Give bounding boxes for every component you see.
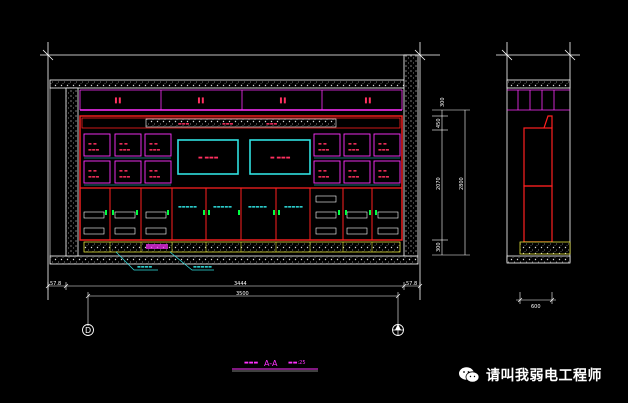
dim-height-top: 300 (440, 97, 446, 107)
svg-text:▬ ▬: ▬ ▬ (318, 168, 327, 173)
svg-text:▬ ▬: ▬ ▬ (119, 141, 128, 146)
dim-width-inner: 3444 (234, 281, 247, 287)
dim-width-overall: 3500 (236, 291, 249, 297)
dim-height-bottom: 300 (436, 242, 442, 252)
dim-right-wall: 57.8 (406, 281, 417, 287)
section-title-text: A-A (264, 359, 278, 368)
axis-bubble-right (392, 324, 404, 336)
dim-height-middle: 2070 (436, 177, 442, 190)
svg-text:▬▬▬: ▬▬▬ (318, 174, 330, 179)
bottom-dimensions (45, 282, 423, 326)
svg-text:▬▬▬: ▬▬▬ (178, 121, 190, 126)
side-section: 600 (496, 42, 580, 310)
cad-drawing-canvas: ▌▌ ▌▌ ▌▌ ▌▌ ▬▬▬ ▬▬▬ ▬▬▬ ▬ ▬▬▬▬ ▬ ▬▬▬▬ ▬ … (40, 42, 580, 372)
svg-text:▬▬▬: ▬▬▬ (222, 121, 234, 126)
axis-bubble-left: D (82, 324, 94, 336)
side-cabinet (523, 115, 553, 243)
svg-text:▌▌: ▌▌ (364, 97, 373, 104)
svg-text:▬ ▬: ▬ ▬ (348, 168, 357, 173)
left-wall (65, 87, 79, 257)
right-wall (403, 54, 419, 257)
svg-text:▬ ▬: ▬ ▬ (88, 141, 97, 146)
svg-text:▌▌: ▌▌ (279, 97, 288, 104)
dim-height-total: 2800 (459, 177, 465, 190)
svg-text:▬▬▬: ▬▬▬ (378, 174, 390, 179)
floor-slab (49, 255, 419, 265)
svg-text:D: D (85, 326, 91, 335)
svg-text:▬ ▬: ▬ ▬ (119, 168, 128, 173)
wechat-icon (459, 367, 480, 383)
svg-text:▬▬▬: ▬▬▬ (88, 174, 100, 179)
monitor-left: ▬ ▬▬▬ (177, 139, 239, 175)
svg-text:▬ ▬: ▬ ▬ (88, 168, 97, 173)
main-elevation: ▌▌ ▌▌ ▌▌ ▌▌ ▬▬▬ ▬▬▬ ▬▬▬ ▬ ▬▬▬▬ ▬ ▬▬▬▬ ▬ … (40, 42, 470, 372)
watermark: 请叫我弱电工程师 (458, 362, 602, 388)
svg-text:▬ ▬: ▬ ▬ (149, 141, 158, 146)
section-title: ▬▬▬ A-A ▬▬:25 (232, 359, 318, 372)
dim-height-mid-a: 450 (436, 118, 442, 128)
svg-text:▬▬▬: ▬▬▬ (318, 147, 330, 152)
soffit-row: ▌▌ ▌▌ ▌▌ ▌▌ (79, 89, 403, 111)
svg-text:▬ ▬▬▬: ▬ ▬▬▬ (270, 155, 291, 161)
svg-text:▬ ▬: ▬ ▬ (149, 168, 158, 173)
svg-text:▌▌: ▌▌ (114, 97, 123, 104)
plinth (83, 241, 401, 253)
svg-text:▬▬▬: ▬▬▬ (348, 147, 360, 152)
svg-text:▬▬▬: ▬▬▬ (266, 121, 278, 126)
watermark-text: 请叫我弱电工程师 (486, 368, 602, 384)
svg-text:▬ ▬: ▬ ▬ (318, 141, 327, 146)
svg-text:▬ ▬▬▬: ▬ ▬▬▬ (198, 155, 219, 161)
ceiling-slab (49, 79, 419, 89)
svg-text:▬▬▬: ▬▬▬ (378, 147, 390, 152)
svg-text:▌▌: ▌▌ (197, 97, 206, 104)
svg-text:▬▬▬: ▬▬▬ (244, 360, 258, 366)
svg-text:▬▬▬▬: ▬▬▬▬ (137, 264, 152, 269)
svg-text:▬▬▬▬▬: ▬▬▬▬▬ (248, 204, 267, 209)
svg-text:▬▬▬: ▬▬▬ (119, 147, 131, 152)
svg-text:▬▬▬: ▬▬▬ (149, 147, 161, 152)
svg-text:▬ ▬: ▬ ▬ (348, 141, 357, 146)
svg-text:▬ ▬: ▬ ▬ (378, 141, 387, 146)
svg-text:▬▬▬▬▬: ▬▬▬▬▬ (213, 204, 232, 209)
svg-text:▬▬▬▬▬: ▬▬▬▬▬ (193, 264, 212, 269)
dim-side-depth: 600 (531, 304, 541, 310)
dim-left-wall: 57.8 (50, 281, 61, 287)
svg-text:▬▬▬▬▬: ▬▬▬▬▬ (284, 204, 303, 209)
monitor-right: ▬ ▬▬▬ (249, 139, 311, 175)
svg-text:▬▬▬: ▬▬▬ (88, 147, 100, 152)
svg-text:▬▬▬▬▬: ▬▬▬▬▬ (178, 204, 197, 209)
svg-text:▬ ▬: ▬ ▬ (378, 168, 387, 173)
svg-text:▬▬▬: ▬▬▬ (348, 174, 360, 179)
svg-text:▬▬▬: ▬▬▬ (119, 174, 131, 179)
vent-band (145, 118, 337, 128)
svg-text:▬▬▬: ▬▬▬ (149, 174, 161, 179)
svg-text:▬▬:25: ▬▬:25 (288, 360, 306, 366)
